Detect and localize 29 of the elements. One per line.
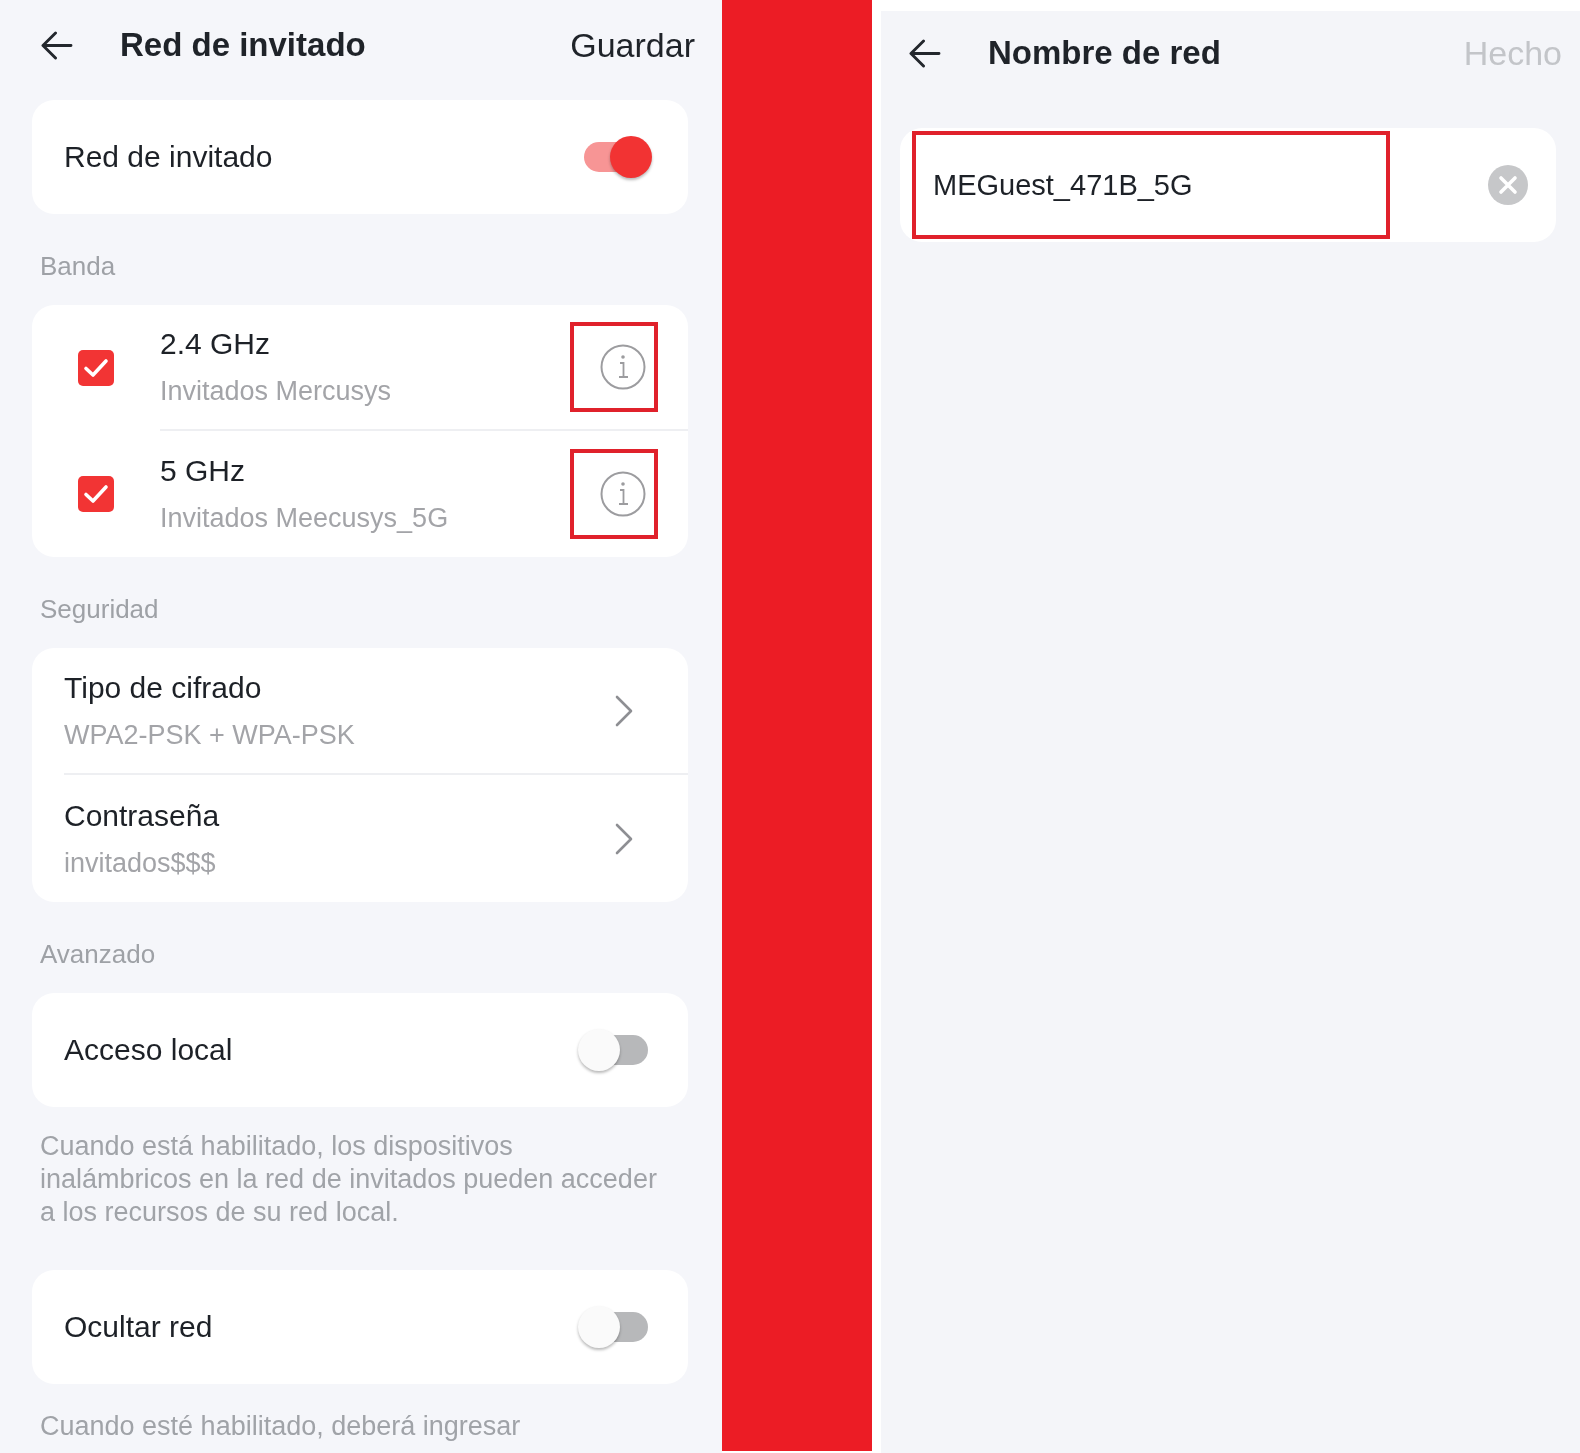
setting-label: Acceso local <box>64 1033 234 1067</box>
description-text: Cuando esté habilitado, deberá ingresar <box>40 1410 522 1443</box>
setting-label: Contraseña <box>64 797 221 834</box>
section-heading: Seguridad <box>40 595 159 623</box>
chevron-right-icon[interactable] <box>615 694 633 727</box>
back-icon[interactable] <box>908 38 941 68</box>
band-name: 5 GHz <box>160 453 247 489</box>
text-field[interactable]: MEGuest_471B_5G <box>900 128 1556 242</box>
setting-value: invitados$$$ <box>64 846 217 880</box>
chevron-right-icon[interactable] <box>615 822 633 855</box>
save-button[interactable]: Guardar <box>570 25 695 65</box>
network-name-text: Invitados Mercusys <box>160 375 393 408</box>
screen-title: Red de invitado <box>120 26 367 64</box>
back-icon[interactable] <box>40 30 73 60</box>
setting-value: WPA2-PSK + WPA-PSK <box>64 718 356 752</box>
setting-label: Red de invitado <box>64 140 274 174</box>
description-text: Cuando está habilitado, los dispositivos inalámbricos en la red de invitados pueden acceder a los recursos de su red local. <box>40 1130 658 1229</box>
clear-icon[interactable] <box>1488 165 1528 205</box>
setting-label: Tipo de cifrado <box>64 669 263 706</box>
section-heading: Avanzado <box>40 940 156 968</box>
checkbox[interactable] <box>78 350 114 386</box>
band-name: 2.4 GHz <box>160 326 272 362</box>
info-icon[interactable] <box>600 471 646 517</box>
info-icon[interactable] <box>600 344 646 390</box>
setting-label: Ocultar red <box>64 1310 214 1344</box>
network-name-text: Invitados Meecusys_5G <box>160 502 450 535</box>
section-heading: Banda <box>40 252 116 280</box>
screen-title: Nombre de red <box>988 34 1222 72</box>
checkbox[interactable] <box>78 476 114 512</box>
